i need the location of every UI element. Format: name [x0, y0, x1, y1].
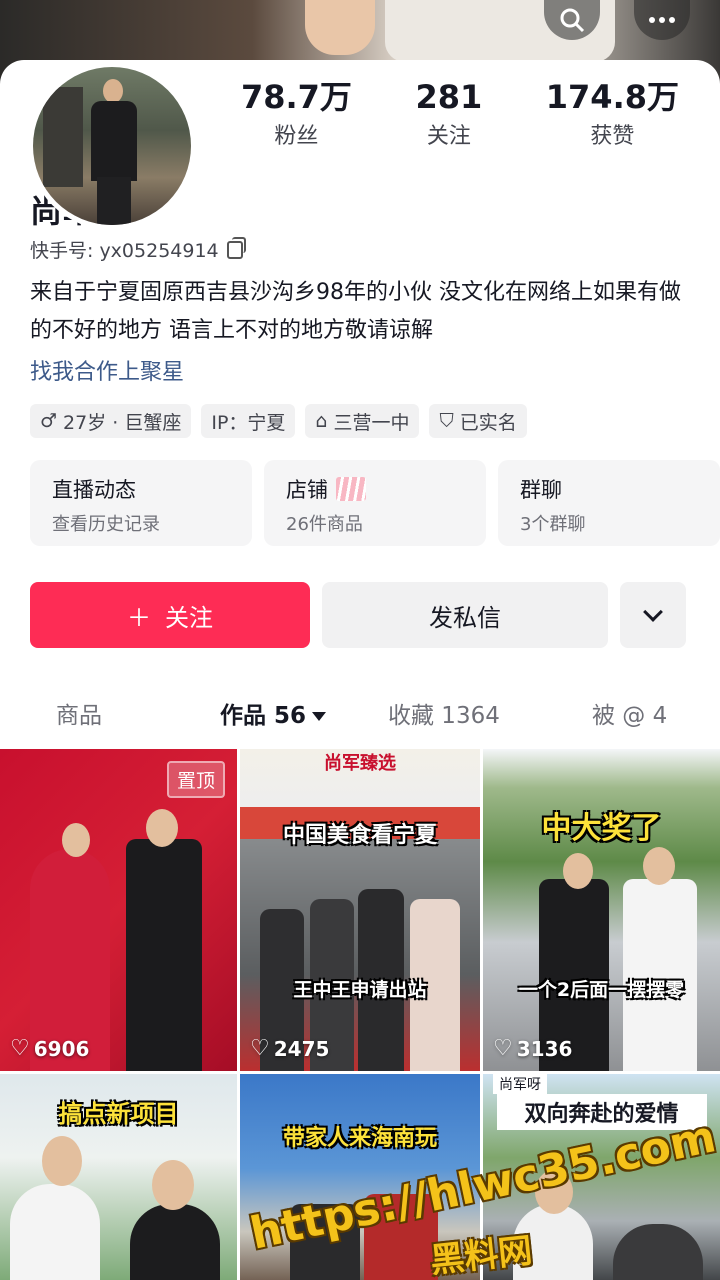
video-title-top: 中国美食看宁夏	[282, 823, 437, 848]
shop-icon	[336, 477, 366, 501]
tag-school[interactable]: ⌂ 三营一中	[305, 404, 420, 438]
content-tabs: 商品 作品 56 收藏 1364 被 @ 4	[0, 688, 720, 738]
cover-hand	[305, 0, 375, 55]
message-button[interactable]: 发私信	[322, 582, 608, 648]
stat-value: 174.8万	[545, 78, 679, 116]
person-face	[42, 1136, 82, 1186]
plus-icon: ＋	[127, 603, 151, 632]
chevron-down-icon	[643, 602, 663, 622]
card-shop[interactable]: 店铺 26件商品	[264, 460, 486, 546]
like-count-value: 2475	[273, 1036, 330, 1061]
like-count: ♡ 6906	[10, 1036, 89, 1061]
tag-ip: IP：宁夏	[201, 404, 296, 438]
stat-value: 281	[415, 78, 483, 116]
heart-icon: ♡	[250, 1036, 270, 1061]
tab-label: 作品 56	[220, 703, 307, 729]
bride-face	[62, 823, 90, 857]
stat-value: 78.7万	[240, 78, 352, 116]
watermark-brand: 黑料网	[428, 1230, 535, 1280]
person-figure	[130, 1204, 220, 1280]
shop-sign: 尚军臻选	[324, 753, 396, 774]
person-figure	[613, 1224, 703, 1280]
video-card[interactable]: 中大奖了 一个2后面一摆摆零 ♡ 3136	[483, 749, 720, 1071]
kuaishou-id-text: 快手号: yx05254914	[30, 240, 219, 262]
expand-button[interactable]	[620, 582, 686, 648]
video-caption: 王中王申请出站	[293, 979, 427, 1001]
card-title: 店铺	[286, 478, 328, 502]
follow-button[interactable]: ＋ 关注	[30, 582, 310, 648]
tab-works[interactable]: 作品 56	[220, 696, 327, 730]
card-live[interactable]: 直播动态 查看历史记录	[30, 460, 252, 546]
card-sub: 26件商品	[286, 514, 363, 535]
male-icon: ♂	[40, 410, 58, 432]
tab-products[interactable]: 商品	[56, 696, 102, 730]
more-icon	[649, 17, 675, 23]
avatar-photo	[33, 67, 191, 225]
heart-icon: ♡	[493, 1036, 513, 1061]
kuaishou-id: 快手号: yx05254914	[30, 236, 246, 263]
stat-following[interactable]: 281 关注	[394, 78, 504, 150]
like-count-value: 6906	[33, 1036, 90, 1061]
avatar[interactable]	[28, 62, 196, 230]
tag-label: 三营一中	[333, 411, 410, 434]
tab-favorites[interactable]: 收藏 1364	[388, 696, 500, 730]
shield-icon: ⛉	[439, 410, 454, 432]
person-face	[152, 1160, 194, 1210]
card-title: 直播动态	[52, 478, 136, 502]
video-title-top: 搞点新项目	[58, 1100, 179, 1128]
tab-mentions[interactable]: 被 @ 4	[592, 696, 667, 730]
corner-label: 尚军呀	[493, 1074, 547, 1094]
profile-tags: ♂ 27岁 · 巨蟹座 IP：宁夏 ⌂ 三营一中 ⛉ 已实名	[30, 404, 527, 438]
search-icon	[560, 8, 585, 33]
card-sub: 3个群聊	[520, 514, 586, 535]
like-count-value: 3136	[516, 1036, 573, 1061]
more-button[interactable]	[634, 0, 690, 40]
stat-likes[interactable]: 174.8万 获赞	[546, 78, 679, 150]
tag-label: 已实名	[459, 411, 517, 434]
heart-icon: ♡	[10, 1036, 30, 1061]
video-title-top: 带家人来海南玩	[282, 1126, 437, 1151]
stat-followers[interactable]: 78.7万 粉丝	[241, 78, 352, 150]
person-face	[563, 853, 593, 889]
video-card[interactable]: 搞点新项目	[0, 1074, 237, 1280]
tag-age: ♂ 27岁 · 巨蟹座	[30, 404, 192, 438]
copy-icon[interactable]	[226, 236, 246, 259]
video-card[interactable]: 尚军臻选 中国美食看宁夏 王中王申请出站 ♡ 2475	[240, 749, 480, 1071]
tag-label: 27岁 · 巨蟹座	[63, 411, 182, 434]
like-count: ♡ 3136	[493, 1036, 572, 1061]
tag-verified: ⛉ 已实名	[429, 404, 527, 438]
school-icon: ⌂	[315, 410, 328, 432]
card-group[interactable]: 群聊 3个群聊	[498, 460, 720, 546]
pinned-badge: 置顶	[166, 761, 225, 798]
profile-stats: 78.7万 粉丝 281 关注 174.8万 获赞	[220, 78, 700, 150]
video-card[interactable]: 置顶 ♡ 6906	[0, 749, 237, 1071]
stat-label: 粉丝	[274, 124, 319, 149]
follow-label: 关注	[165, 603, 213, 632]
profile-bio: 来自于宁夏固原西吉县沙沟乡98年的小伙 没文化在网络上如果有做的不好的地方 语言…	[30, 280, 681, 343]
card-title-row: 店铺	[286, 474, 464, 504]
groom-face	[146, 809, 178, 847]
cooperation-link[interactable]: 找我合作上聚星	[30, 354, 184, 386]
profile-actions: ＋ 关注 发私信	[30, 582, 686, 648]
like-count: ♡ 2475	[250, 1036, 329, 1061]
card-sub: 查看历史记录	[52, 514, 160, 535]
caret-down-icon	[312, 712, 327, 721]
stat-label: 获赞	[590, 124, 635, 149]
profile-sheet: 78.7万 粉丝 281 关注 174.8万 获赞 尚军呀 快手号: yx052…	[0, 60, 720, 1280]
profile-cards: 直播动态 查看历史记录 店铺 26件商品 群聊 3个群聊	[30, 460, 720, 546]
stat-label: 关注	[426, 124, 471, 149]
tag-label: IP：宁夏	[211, 411, 286, 434]
person-figure	[10, 1184, 100, 1280]
groom-figure	[126, 839, 202, 1071]
card-title: 群聊	[520, 478, 562, 502]
video-caption: 一个2后面一摆摆零	[518, 979, 685, 1001]
person-face	[643, 847, 675, 885]
video-title-top: 中大奖了	[541, 811, 662, 846]
